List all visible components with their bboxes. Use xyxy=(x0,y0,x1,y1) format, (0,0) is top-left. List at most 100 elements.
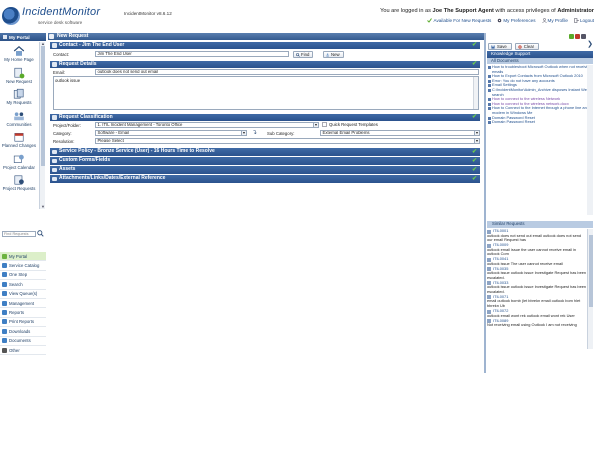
email-subject-input[interactable]: outlook does not send out email xyxy=(95,69,479,75)
similar-scroll-thumb[interactable] xyxy=(589,235,593,307)
similar-request-item[interactable]: ITIL0071 email outlook bomb (let bbrekn e… xyxy=(487,294,587,309)
maximize-icon[interactable] xyxy=(581,34,586,39)
sidebar-nav-item[interactable]: My Portal xyxy=(0,252,46,262)
sidebar-nav-item[interactable]: Downloads xyxy=(0,327,46,337)
sidebar: My Portal My Home Page New Request My Re… xyxy=(0,33,46,450)
header: IncidentMonitor service desk software In… xyxy=(0,0,600,33)
textarea-scrollbar[interactable] xyxy=(473,77,478,109)
quick-templates-link[interactable]: Quick Request Templates xyxy=(322,122,378,127)
sidebar-nav-item[interactable]: Management xyxy=(0,299,46,309)
new-request-title-icon xyxy=(49,34,54,39)
logo-name: IncidentMonitor xyxy=(22,6,101,18)
available-link[interactable]: Available For New Requests xyxy=(427,18,491,23)
chevron-down-icon: ▼ xyxy=(313,123,318,127)
similar-request-id[interactable]: ITIL0072 xyxy=(487,308,587,314)
sidebar-item-communities[interactable]: Communities xyxy=(0,106,38,127)
sidebar-title[interactable]: My Portal xyxy=(0,33,46,41)
details-icon xyxy=(52,62,57,67)
section-header[interactable]: Assets ✔ xyxy=(50,166,480,174)
similar-request-text: outlook issue outlook issue Investigate … xyxy=(487,284,587,294)
nav-item-icon xyxy=(2,272,7,278)
contact-panel-header[interactable]: Contact - Jim The End User ✔ xyxy=(50,41,480,49)
swap-icon[interactable]: ↴ xyxy=(252,129,257,136)
similar-request-item[interactable]: ITIL0009 outlook email issue the user can… xyxy=(487,242,587,257)
sidebar-item-project-requests[interactable]: Project Requests xyxy=(0,170,38,191)
logout-link[interactable]: Logout xyxy=(574,18,594,23)
refresh-icon[interactable] xyxy=(569,34,574,39)
subcategory-select[interactable]: External Email Problems ▼ xyxy=(320,130,480,136)
similar-request-item[interactable]: ITIL0001 outlook does not send out email … xyxy=(487,228,587,243)
document-icon xyxy=(488,88,491,92)
search-icon[interactable] xyxy=(37,230,44,237)
similar-request-item[interactable]: ITIL0035 outlook issue outlook issue Inve… xyxy=(487,266,587,281)
scroll-down-icon[interactable]: ▼ xyxy=(40,205,46,209)
sidebar-nav-item[interactable]: One Step xyxy=(0,271,46,281)
knowledge-scrollbar[interactable] xyxy=(587,65,593,215)
find-contact-button[interactable]: Find xyxy=(293,51,314,58)
description-textarea[interactable]: outlook issue xyxy=(53,76,479,110)
sidebar-nav-item[interactable]: Print Reports xyxy=(0,318,46,328)
find-requests-input[interactable]: Find Requests xyxy=(2,231,36,237)
document-icon xyxy=(488,116,491,120)
similar-request-id[interactable]: ITIL0041 xyxy=(487,256,587,262)
sidebar-nav-item[interactable]: View Queue(s) xyxy=(0,290,46,299)
sidebar-item-home[interactable]: My Home Page xyxy=(0,41,38,62)
save-button[interactable]: Save xyxy=(488,43,512,50)
new-contact-button[interactable]: New xyxy=(323,51,344,58)
knowledge-item[interactable]: Domain Password Reset xyxy=(487,119,593,125)
sidebar-nav-item[interactable]: Other xyxy=(0,346,46,356)
similar-request-id[interactable]: ITIL0071 xyxy=(487,294,587,300)
classification-header[interactable]: Request Classification ✔ xyxy=(50,113,480,121)
sidebar-scroll-thumb[interactable] xyxy=(41,46,45,166)
section-header[interactable]: Custom Forms/Fields ✔ xyxy=(50,157,480,165)
document-icon xyxy=(488,79,491,83)
sidebar-nav-item[interactable]: Reports xyxy=(0,308,46,318)
similar-request-text: outlook email issue the user cannot rece… xyxy=(487,246,577,257)
sidebar-item-my-requests[interactable]: My Requests xyxy=(0,84,38,105)
request-details-header[interactable]: Request Details ✔ xyxy=(50,60,480,68)
similar-request-item[interactable]: ITIL0089 Not receiving email using Outloo… xyxy=(487,318,587,328)
similar-requests-list: ITIL0001 outlook does not send out email … xyxy=(487,228,587,328)
sidebar-nav-item[interactable]: Documents xyxy=(0,337,46,346)
project-select[interactable]: 1. ITIL Incident Management - Toronto Of… xyxy=(95,122,319,128)
close-icon[interactable] xyxy=(575,34,580,39)
sidebar-item-project-calendar[interactable]: Project Calendar xyxy=(0,149,38,170)
logo[interactable]: IncidentMonitor service desk software xyxy=(2,6,110,28)
similar-request-id[interactable]: ITIL0033 xyxy=(487,280,587,286)
sidebar-nav-item[interactable]: Service Catalog xyxy=(0,261,46,271)
request-icon xyxy=(487,267,491,272)
gear-icon xyxy=(498,18,502,23)
document-icon xyxy=(488,107,491,111)
user-icon xyxy=(541,18,547,23)
expand-icon xyxy=(52,176,57,181)
document-icon xyxy=(488,75,491,79)
preferences-link[interactable]: My Preferences xyxy=(497,18,536,23)
resolution-select[interactable]: Please Select ▼ xyxy=(95,138,480,144)
sidebar-item-new-request[interactable]: New Request xyxy=(0,63,38,84)
similar-request-id[interactable]: ITIL0009 xyxy=(487,242,587,248)
similar-requests-header[interactable]: Similar Requests xyxy=(487,221,593,228)
check-icon: ✔ xyxy=(471,166,477,173)
logo-mark-icon xyxy=(2,7,20,25)
top-links: Available For New Requests My Preference… xyxy=(427,18,594,23)
nav-item-icon xyxy=(2,253,7,259)
request-icon xyxy=(487,257,491,262)
similar-scrollbar[interactable] xyxy=(587,229,593,349)
category-select[interactable]: Software - Email ▼ xyxy=(95,130,247,136)
clear-button[interactable]: Clear xyxy=(514,43,540,50)
collapse-panel-icon[interactable]: ❯ xyxy=(587,40,593,48)
sidebar-nav-item[interactable]: Search xyxy=(0,280,46,290)
contact-input[interactable]: Jim The End User xyxy=(95,51,289,57)
section-header[interactable]: Service Policy - Bronze Service (User) -… xyxy=(50,148,480,156)
email-row: Email: outlook does not send out email xyxy=(50,68,480,76)
similar-request-id[interactable]: ITIL0001 xyxy=(487,228,587,234)
similar-request-id[interactable]: ITIL0035 xyxy=(487,266,587,272)
nav-item-icon xyxy=(2,291,7,297)
right-panel: ❯ Save Clear Knowledge Support All Docum… xyxy=(486,33,594,450)
similar-request-item[interactable]: ITIL0033 outlook issue outlook issue Inve… xyxy=(487,280,587,295)
similar-request-id[interactable]: ITIL0089 xyxy=(487,318,587,324)
profile-link[interactable]: My Profile xyxy=(541,18,568,23)
sidebar-scrollbar[interactable]: ▲ ▼ xyxy=(39,42,45,209)
section-header[interactable]: Attachments/Links/Dates/External Referen… xyxy=(50,175,480,183)
sidebar-item-planned-changes[interactable]: Planned Changes xyxy=(0,127,38,148)
